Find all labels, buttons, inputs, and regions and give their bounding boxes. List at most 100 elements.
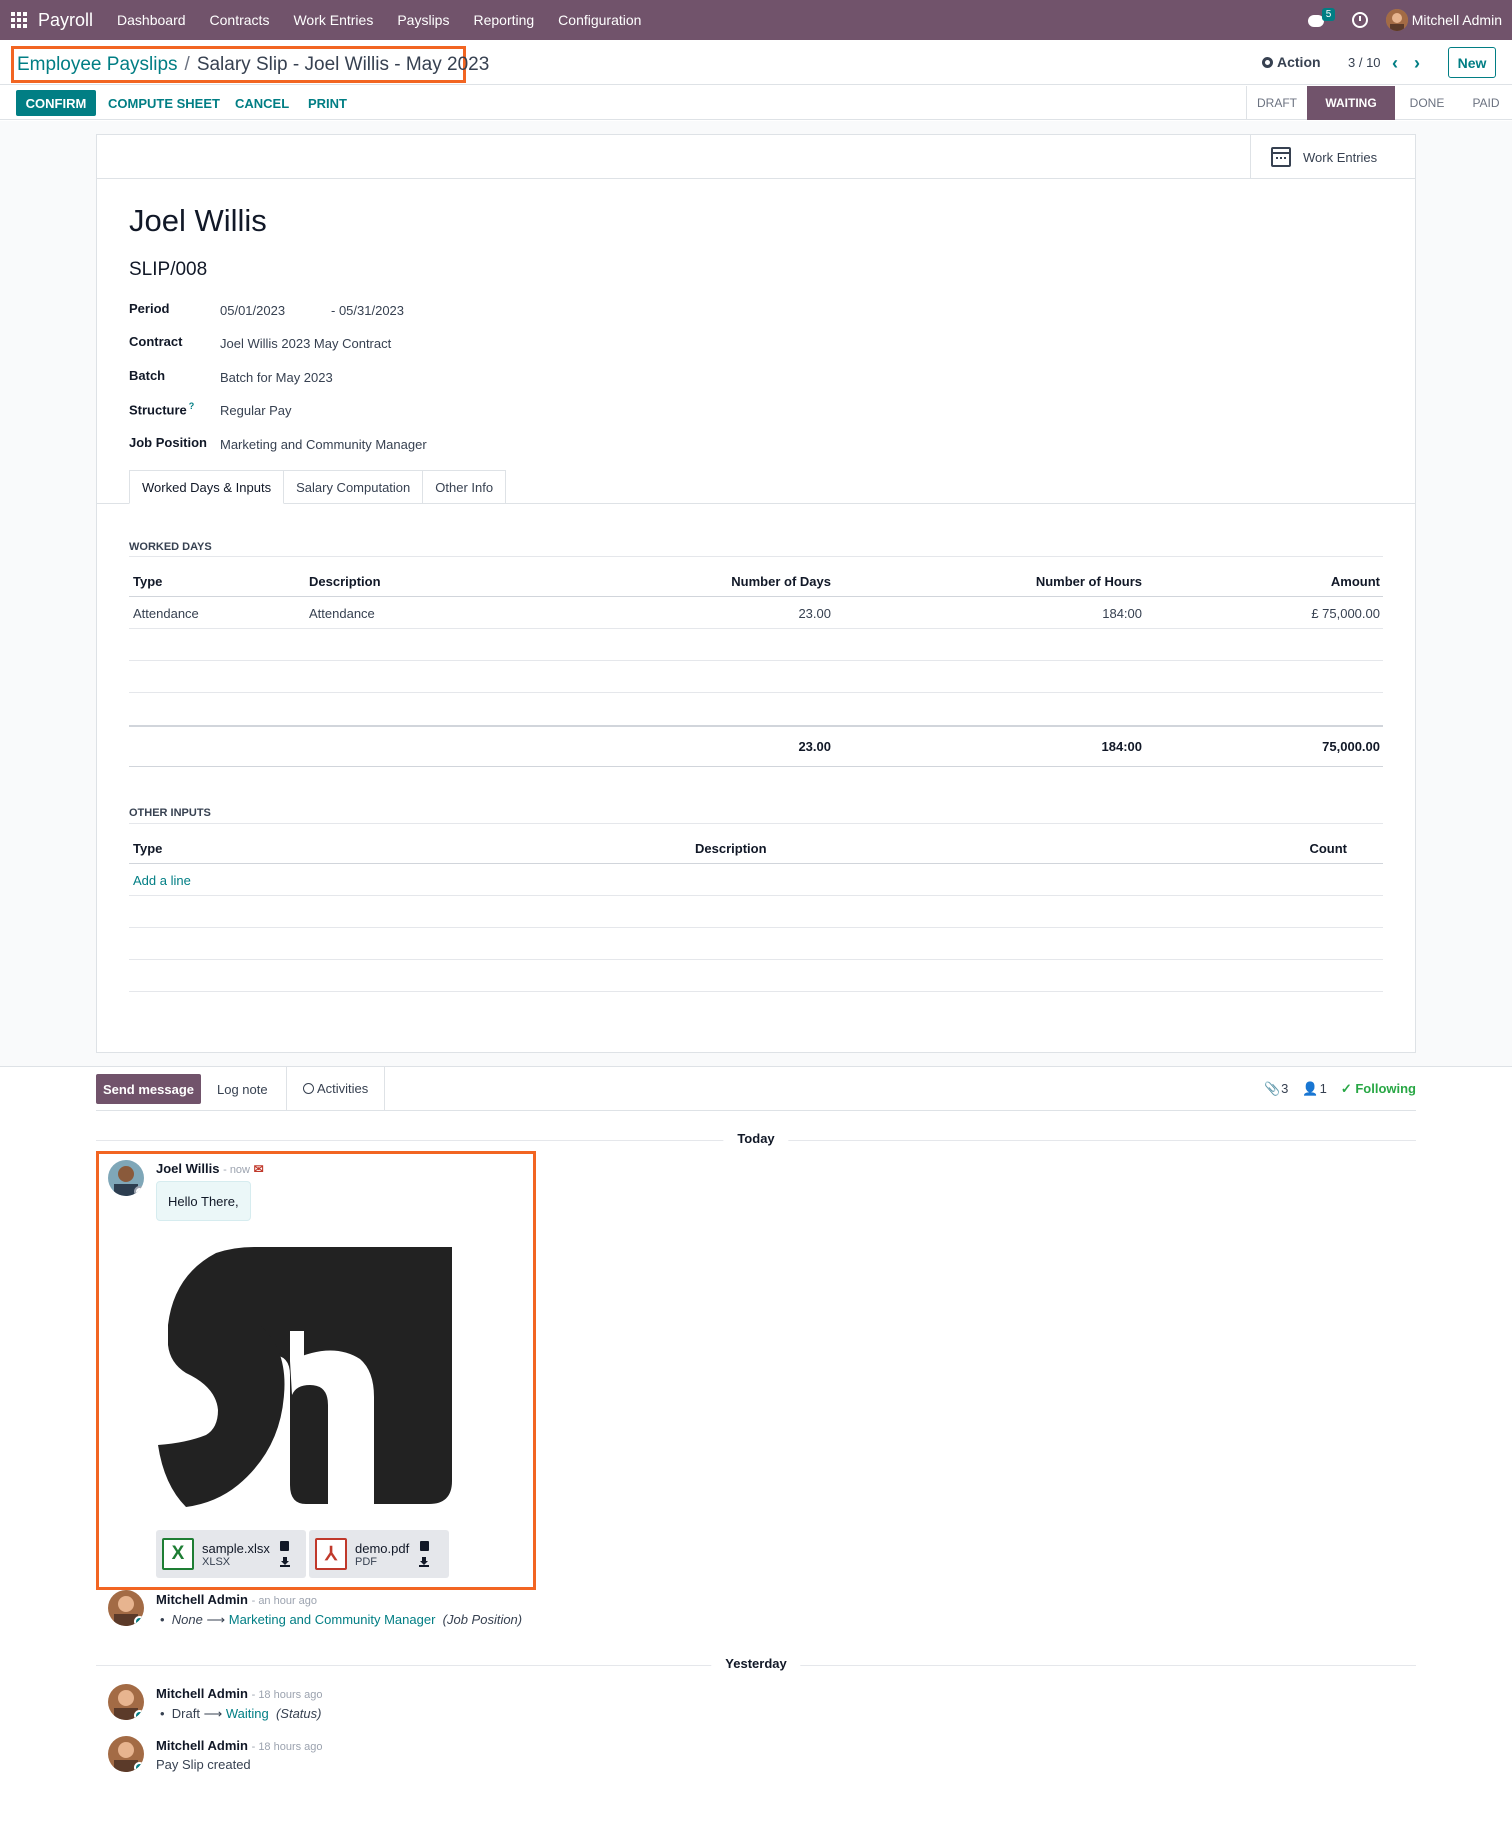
- column-header[interactable]: Description: [309, 574, 381, 589]
- action-menu-button[interactable]: Action: [1262, 54, 1321, 70]
- attachment-card[interactable]: X sample.xlsx XLSX: [156, 1530, 306, 1578]
- table-header: Type Description Count: [129, 832, 1383, 864]
- total-days: 23.00: [798, 739, 831, 754]
- attachment-image-logo[interactable]: [156, 1245, 456, 1507]
- avatar[interactable]: [108, 1160, 144, 1196]
- job-position-field[interactable]: Marketing and Community Manager: [220, 437, 427, 452]
- cancel-button[interactable]: CANCEL: [235, 96, 289, 111]
- column-header[interactable]: Type: [133, 574, 162, 589]
- followers-button[interactable]: 👤1: [1302, 1081, 1326, 1097]
- download-icon[interactable]: [279, 1557, 290, 1567]
- apps-menu-icon[interactable]: [0, 0, 38, 40]
- activity-clock-icon[interactable]: [1351, 12, 1368, 28]
- form-sheet: Work Entries Joel Willis SLIP/008 Period…: [96, 134, 1416, 1053]
- log-note-button[interactable]: Log note: [217, 1082, 268, 1097]
- total-hours: 184:00: [1101, 739, 1142, 754]
- structure-field[interactable]: Regular Pay: [220, 403, 292, 418]
- send-message-button[interactable]: Send message: [96, 1074, 201, 1104]
- menu-configuration[interactable]: Configuration: [546, 0, 653, 40]
- period-to-field[interactable]: - 05/31/2023: [331, 303, 404, 318]
- control-panel: Employee Payslips / Salary Slip - Joel W…: [0, 40, 1512, 85]
- add-line-row: Add a line: [129, 864, 1383, 896]
- table-row-empty: [129, 896, 1383, 928]
- tracked-field: (Status): [275, 1706, 322, 1721]
- attachment-type: XLSX: [202, 1555, 231, 1568]
- menu-payslips[interactable]: Payslips: [385, 0, 461, 40]
- table-footer: 23.00 184:00 75,000.00: [129, 725, 1383, 767]
- chatter-meta: 📎3 👤1 ✓ Following: [1250, 1081, 1416, 1097]
- slip-reference[interactable]: SLIP/008: [129, 259, 207, 281]
- attachment-name: demo.pdf: [355, 1540, 410, 1556]
- row-hours: 184:00: [1102, 606, 1142, 621]
- work-entries-smart-button[interactable]: Work Entries: [1250, 135, 1415, 179]
- table-row[interactable]: Attendance Attendance 23.00 184:00 £ 75,…: [129, 597, 1383, 629]
- message-time: - 18 hours ago: [251, 1689, 323, 1701]
- message-author[interactable]: Mitchell Admin - 18 hours ago: [156, 1738, 323, 1753]
- chat-icon[interactable]: 5: [1307, 8, 1336, 30]
- activities-label: Activities: [317, 1081, 369, 1096]
- column-header[interactable]: Type: [133, 841, 162, 856]
- column-header[interactable]: Amount: [1331, 574, 1380, 589]
- table-row-empty: [129, 960, 1383, 992]
- batch-field[interactable]: Batch for May 2023: [220, 370, 333, 385]
- pager-value[interactable]: 3 / 10: [1348, 55, 1381, 70]
- following-button[interactable]: ✓ Following: [1341, 1081, 1416, 1097]
- gear-icon: [1262, 56, 1273, 68]
- contract-label: Contract: [129, 334, 183, 349]
- menu-reporting[interactable]: Reporting: [461, 0, 546, 40]
- help-tooltip-icon[interactable]: ?: [189, 401, 195, 411]
- attachment-card[interactable]: ⅄ demo.pdf PDF: [309, 1530, 449, 1578]
- period-from-field[interactable]: 05/01/2023: [220, 303, 285, 318]
- user-avatar[interactable]: [1385, 9, 1408, 31]
- chevron-left-icon[interactable]: ‹: [1392, 53, 1398, 74]
- status-waiting[interactable]: WAITING: [1307, 86, 1395, 120]
- status-draft[interactable]: DRAFT: [1247, 86, 1307, 120]
- user-name[interactable]: Mitchell Admin: [1412, 12, 1502, 28]
- message-time: - 18 hours ago: [251, 1741, 323, 1753]
- download-icon[interactable]: [419, 1557, 430, 1567]
- column-header[interactable]: Count: [1309, 841, 1347, 856]
- employee-name[interactable]: Joel Willis: [129, 203, 267, 239]
- table-row-empty: [129, 693, 1383, 725]
- message-author[interactable]: Mitchell Admin - an hour ago: [156, 1592, 317, 1607]
- message-author[interactable]: Mitchell Admin - 18 hours ago: [156, 1686, 323, 1701]
- attachment-name: sample.xlsx: [202, 1540, 270, 1556]
- job-position-label: Job Position: [129, 435, 207, 450]
- contract-field[interactable]: Joel Willis 2023 May Contract: [220, 336, 391, 351]
- top-navbar: Payroll Dashboard Contracts Work Entries…: [0, 0, 1512, 40]
- print-button[interactable]: PRINT: [308, 96, 347, 111]
- chevron-right-icon[interactable]: ›: [1414, 53, 1420, 74]
- avatar[interactable]: [108, 1736, 144, 1772]
- tab-worked-days[interactable]: Worked Days & Inputs: [129, 470, 285, 504]
- status-bar: DRAFT WAITING DONE PAID: [1246, 86, 1512, 120]
- menu-work-entries[interactable]: Work Entries: [281, 0, 385, 40]
- message-author[interactable]: Joel Willis - now ✉: [156, 1161, 264, 1176]
- avatar[interactable]: [108, 1684, 144, 1720]
- status-done[interactable]: DONE: [1395, 86, 1459, 120]
- add-line-link[interactable]: Add a line: [133, 873, 191, 888]
- avatar[interactable]: [108, 1590, 144, 1626]
- status-paid[interactable]: PAID: [1459, 86, 1512, 120]
- table-header: Type Description Number of Days Number o…: [129, 565, 1383, 597]
- table-row-empty: [129, 661, 1383, 693]
- breadcrumb-parent[interactable]: Employee Payslips: [17, 54, 178, 76]
- menu-contracts[interactable]: Contracts: [198, 0, 282, 40]
- compute-sheet-button[interactable]: COMPUTE SHEET: [108, 96, 220, 111]
- trash-icon[interactable]: [419, 1541, 429, 1551]
- new-button[interactable]: New: [1448, 47, 1496, 78]
- trash-icon[interactable]: [280, 1541, 290, 1551]
- attachments-count: 3: [1281, 1081, 1289, 1096]
- following-label: Following: [1355, 1081, 1416, 1096]
- app-brand[interactable]: Payroll: [38, 10, 93, 31]
- activities-button[interactable]: Activities: [286, 1067, 386, 1110]
- envelope-icon: ✉: [253, 1162, 264, 1176]
- menu-dashboard[interactable]: Dashboard: [105, 0, 198, 40]
- tab-other-info[interactable]: Other Info: [423, 470, 507, 504]
- new-value: Marketing and Community Manager: [228, 1612, 436, 1627]
- confirm-button[interactable]: CONFIRM: [16, 90, 96, 116]
- column-header[interactable]: Number of Days: [731, 574, 831, 589]
- column-header[interactable]: Number of Hours: [1036, 574, 1142, 589]
- attachments-button[interactable]: 📎3: [1264, 1081, 1288, 1097]
- column-header[interactable]: Description: [695, 841, 767, 856]
- tab-salary-computation[interactable]: Salary Computation: [284, 470, 424, 504]
